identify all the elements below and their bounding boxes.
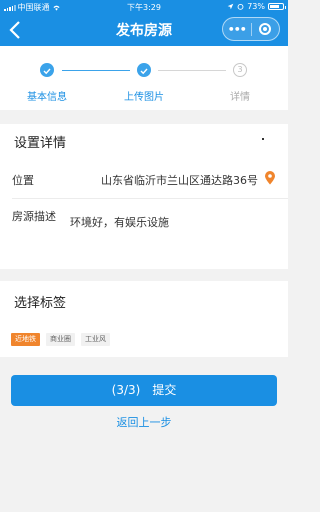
location-label: 位置 <box>12 174 34 187</box>
details-card: 设置详情 位置 山东省临沂市兰山区通达路36号 房源描述 环境好，有娱乐设施 <box>0 124 288 269</box>
battery-fill <box>270 5 279 8</box>
description-field[interactable]: 环境好，有娱乐设施 <box>70 214 169 230</box>
location-value[interactable]: 山东省临沂市兰山区通达路36号 <box>101 172 258 188</box>
battery-icon <box>268 3 286 10</box>
tag-near-subway[interactable]: 近地铁 <box>11 333 40 346</box>
location-arrow-icon <box>227 3 234 10</box>
step-label-upload-photos: 上传图片 <box>124 92 164 103</box>
navigation-bar: 发布房源 ••• <box>0 14 288 46</box>
location-pin-icon[interactable] <box>264 171 276 185</box>
step-connector-pending <box>158 70 226 71</box>
target-circle-icon[interactable] <box>259 23 272 35</box>
step-connector-done <box>62 70 130 71</box>
battery-percent: 73% <box>247 2 265 11</box>
step-label-basic-info: 基本信息 <box>27 92 67 103</box>
progress-steps: 3 基本信息 上传图片 详情 <box>0 46 288 110</box>
tag-business-district[interactable]: 商业圈 <box>46 333 75 346</box>
tags-card: 选择标签 <box>0 281 288 357</box>
submit-button[interactable]: (3/3) 提交 <box>11 375 277 406</box>
tag-industrial-style[interactable]: 工业风 <box>81 333 110 346</box>
step-1-check-icon <box>40 63 54 77</box>
back-step-link[interactable]: 返回上一步 <box>0 414 288 430</box>
status-bar: 中国联通 下午3:29 73% <box>0 0 288 14</box>
more-dots-icon[interactable]: ••• <box>223 23 251 36</box>
tags-section-title: 选择标签 <box>14 296 67 311</box>
mini-program-capsule: ••• <box>222 17 280 41</box>
app-header: 中国联通 下午3:29 73% 发布房源 ••• <box>0 0 288 46</box>
step-3-number: 3 <box>233 63 247 77</box>
alarm-icon <box>237 3 244 10</box>
details-section-title: 设置详情 <box>14 136 67 151</box>
description-label: 房源描述 <box>12 210 56 223</box>
step-label-details: 详情 <box>230 92 250 103</box>
step-2-check-icon <box>137 63 151 77</box>
